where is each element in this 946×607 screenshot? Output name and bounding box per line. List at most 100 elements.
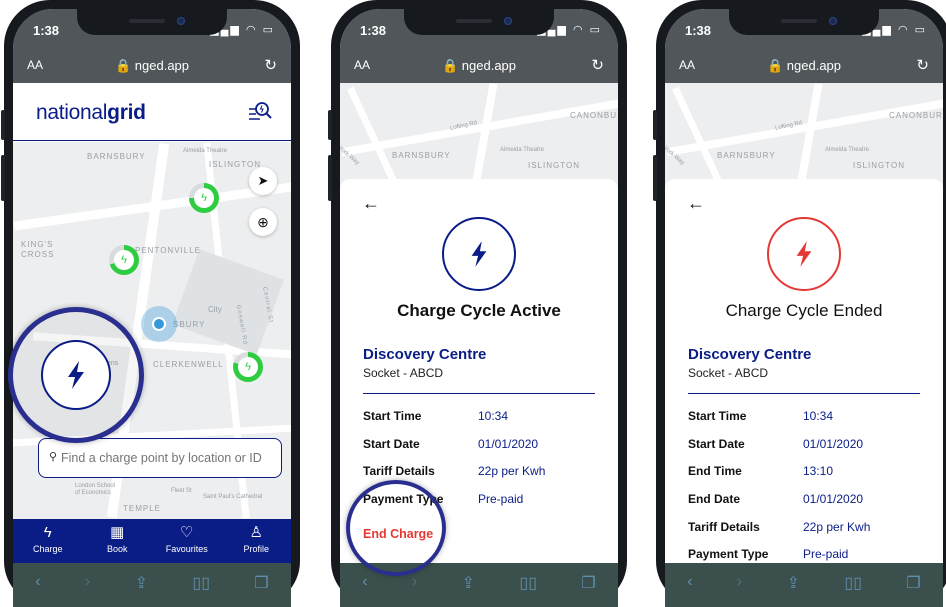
map-label: Saint Paul's Cathedral [203,494,263,500]
mute-switch [1,110,5,140]
tabs-icon[interactable]: ❐ [254,573,268,593]
detail-key: Tariff Details [688,520,760,534]
map-view[interactable]: CANONBUR Lofting Rd BARNSBURY Almeida Th… [665,83,943,193]
url-field[interactable]: 🔒 nged.app [340,58,618,74]
forward-chevron-icon[interactable]: › [85,573,90,591]
map-label: CROSS [21,250,55,259]
lightning-icon: ϟ [238,357,258,377]
detail-row: Start Time 10:34 [363,409,608,427]
socket-label: Socket - ABCD [688,366,769,380]
map-label: Almeida Theatre [183,148,227,154]
map-label: BARNSBURY [717,151,776,160]
lightning-icon [471,241,487,267]
back-chevron-icon[interactable]: ‹ [687,573,692,591]
recenter-button[interactable]: ⊕ [249,208,277,236]
detail-key: Start Time [688,409,747,423]
map-label: Fleet St [171,488,192,494]
screen: 1:38 ▂▄▆ ◠ ▭ AA 🔒 nged.app ↻ CANONBUR Lo… [665,9,943,607]
screen: 1:38 ▂▄▆ ◠ ▭ AA 🔒 nged.app ↻ nationalgri… [13,9,291,607]
detail-value: 10:34 [478,409,509,423]
back-arrow-icon[interactable]: ← [687,193,705,214]
lightning-icon: ϟ [43,524,52,541]
notch [404,9,554,35]
map-label: ISLINGTON [209,160,261,169]
charge-detail-sheet: ← Charge Cycle Ended Discovery Centre So… [665,179,943,561]
detail-value: 01/01/2020 [803,492,864,506]
map-label: CLERKENWELL [153,360,224,369]
navigation-arrow-icon: ➤ [257,173,269,188]
map-view[interactable]: CANONBU Lofting Rd BARNSBURY Almeida The… [340,83,618,193]
safari-address-bar[interactable]: AA 🔒 nged.app ↻ [340,49,618,83]
volume-up-button [1,155,5,201]
forward-chevron-icon[interactable]: › [737,573,742,591]
calendar-clock-icon: ▦ [110,524,125,541]
charge-action-button[interactable] [41,340,111,410]
detail-value: Pre-paid [803,547,849,561]
safari-toolbar: ‹ › ⇪ ▯▯ ❐ [665,563,943,607]
nav-favourites[interactable]: ♡ Favourites [152,519,222,563]
back-chevron-icon[interactable]: ‹ [35,573,40,591]
nav-charge[interactable]: ϟ Charge [13,519,83,563]
socket-label: Socket - ABCD [363,366,444,380]
charge-status-title: Charge Cycle Active [397,301,561,320]
crosshair-icon: ⊕ [257,214,269,230]
reload-icon[interactable]: ↻ [916,56,929,74]
nav-label: Charge [32,544,63,554]
nav-book[interactable]: ▦ Book [83,519,153,563]
phone-charge-ended-screen: 1:38 ▂▄▆ ◠ ▭ AA 🔒 nged.app ↻ CANONBUR Lo… [653,0,946,607]
share-icon[interactable]: ⇪ [135,573,148,593]
detail-key: Tariff Details [363,464,435,478]
status-time: 1:38 [360,23,387,38]
divider [363,393,595,394]
map-label: London School [75,483,116,489]
nav-profile[interactable]: ♙ Profile [222,519,292,563]
station-name: Discovery Centre [688,346,812,363]
map-label: ISLINGTON [528,161,580,170]
national-grid-logo: nationalgrid [36,101,146,125]
detail-key: Start Date [688,437,745,451]
logo-text-light: national [36,101,108,124]
url-field[interactable]: 🔒 nged.app [13,58,291,74]
safari-address-bar[interactable]: AA 🔒 nged.app ↻ [13,49,291,83]
lightning-icon [68,361,84,389]
lightning-icon: ϟ [114,250,134,270]
map-label: BARNSBURY [392,151,451,160]
detail-row: Tariff Details 22p per Kwh [688,520,933,538]
url-text: nged.app [134,58,190,73]
tabs-icon[interactable]: ❐ [581,573,595,593]
bottom-navigation: ϟ Charge ▦ Book ♡ Favourites ♙ Profile [13,519,291,563]
bookmarks-icon[interactable]: ▯▯ [844,573,862,593]
share-icon[interactable]: ⇪ [787,573,800,593]
search-box[interactable]: ⚲ [38,438,282,478]
detail-row: Start Date 01/01/2020 [363,437,608,455]
user-location-dot [141,306,177,342]
bookmarks-icon[interactable]: ▯▯ [519,573,537,593]
detail-key: Start Date [363,437,420,451]
map-label: Almeida Theatre [825,147,869,153]
url-field[interactable]: 🔒 nged.app [665,58,943,74]
map-label: TEMPLE [123,504,162,513]
detail-value: 10:34 [803,409,834,423]
nav-label: Book [106,544,128,554]
search-list-icon[interactable] [247,99,273,125]
charge-point-marker[interactable]: ϟ [233,352,263,382]
charging-status-icon [442,217,516,291]
map-label: of Economics [75,490,112,496]
highlight-ring [8,307,144,443]
charge-point-marker[interactable]: ϟ [189,183,219,213]
reload-icon[interactable]: ↻ [591,56,604,74]
tabs-icon[interactable]: ❐ [906,573,920,593]
share-icon[interactable]: ⇪ [462,573,475,593]
forward-chevron-icon[interactable]: › [412,573,417,591]
navigate-arrow-button[interactable]: ➤ [249,167,277,195]
detail-value: 22p per Kwh [478,464,546,478]
back-chevron-icon[interactable]: ‹ [362,573,367,591]
logo-text-bold: grid [107,101,146,124]
search-input[interactable] [61,447,279,469]
search-icon: ⚲ [49,451,58,463]
back-arrow-icon[interactable]: ← [362,193,380,214]
charge-point-marker[interactable]: ϟ [109,245,139,275]
reload-icon[interactable]: ↻ [264,56,277,74]
safari-address-bar[interactable]: AA 🔒 nged.app ↻ [665,49,943,83]
bookmarks-icon[interactable]: ▯▯ [192,573,210,593]
